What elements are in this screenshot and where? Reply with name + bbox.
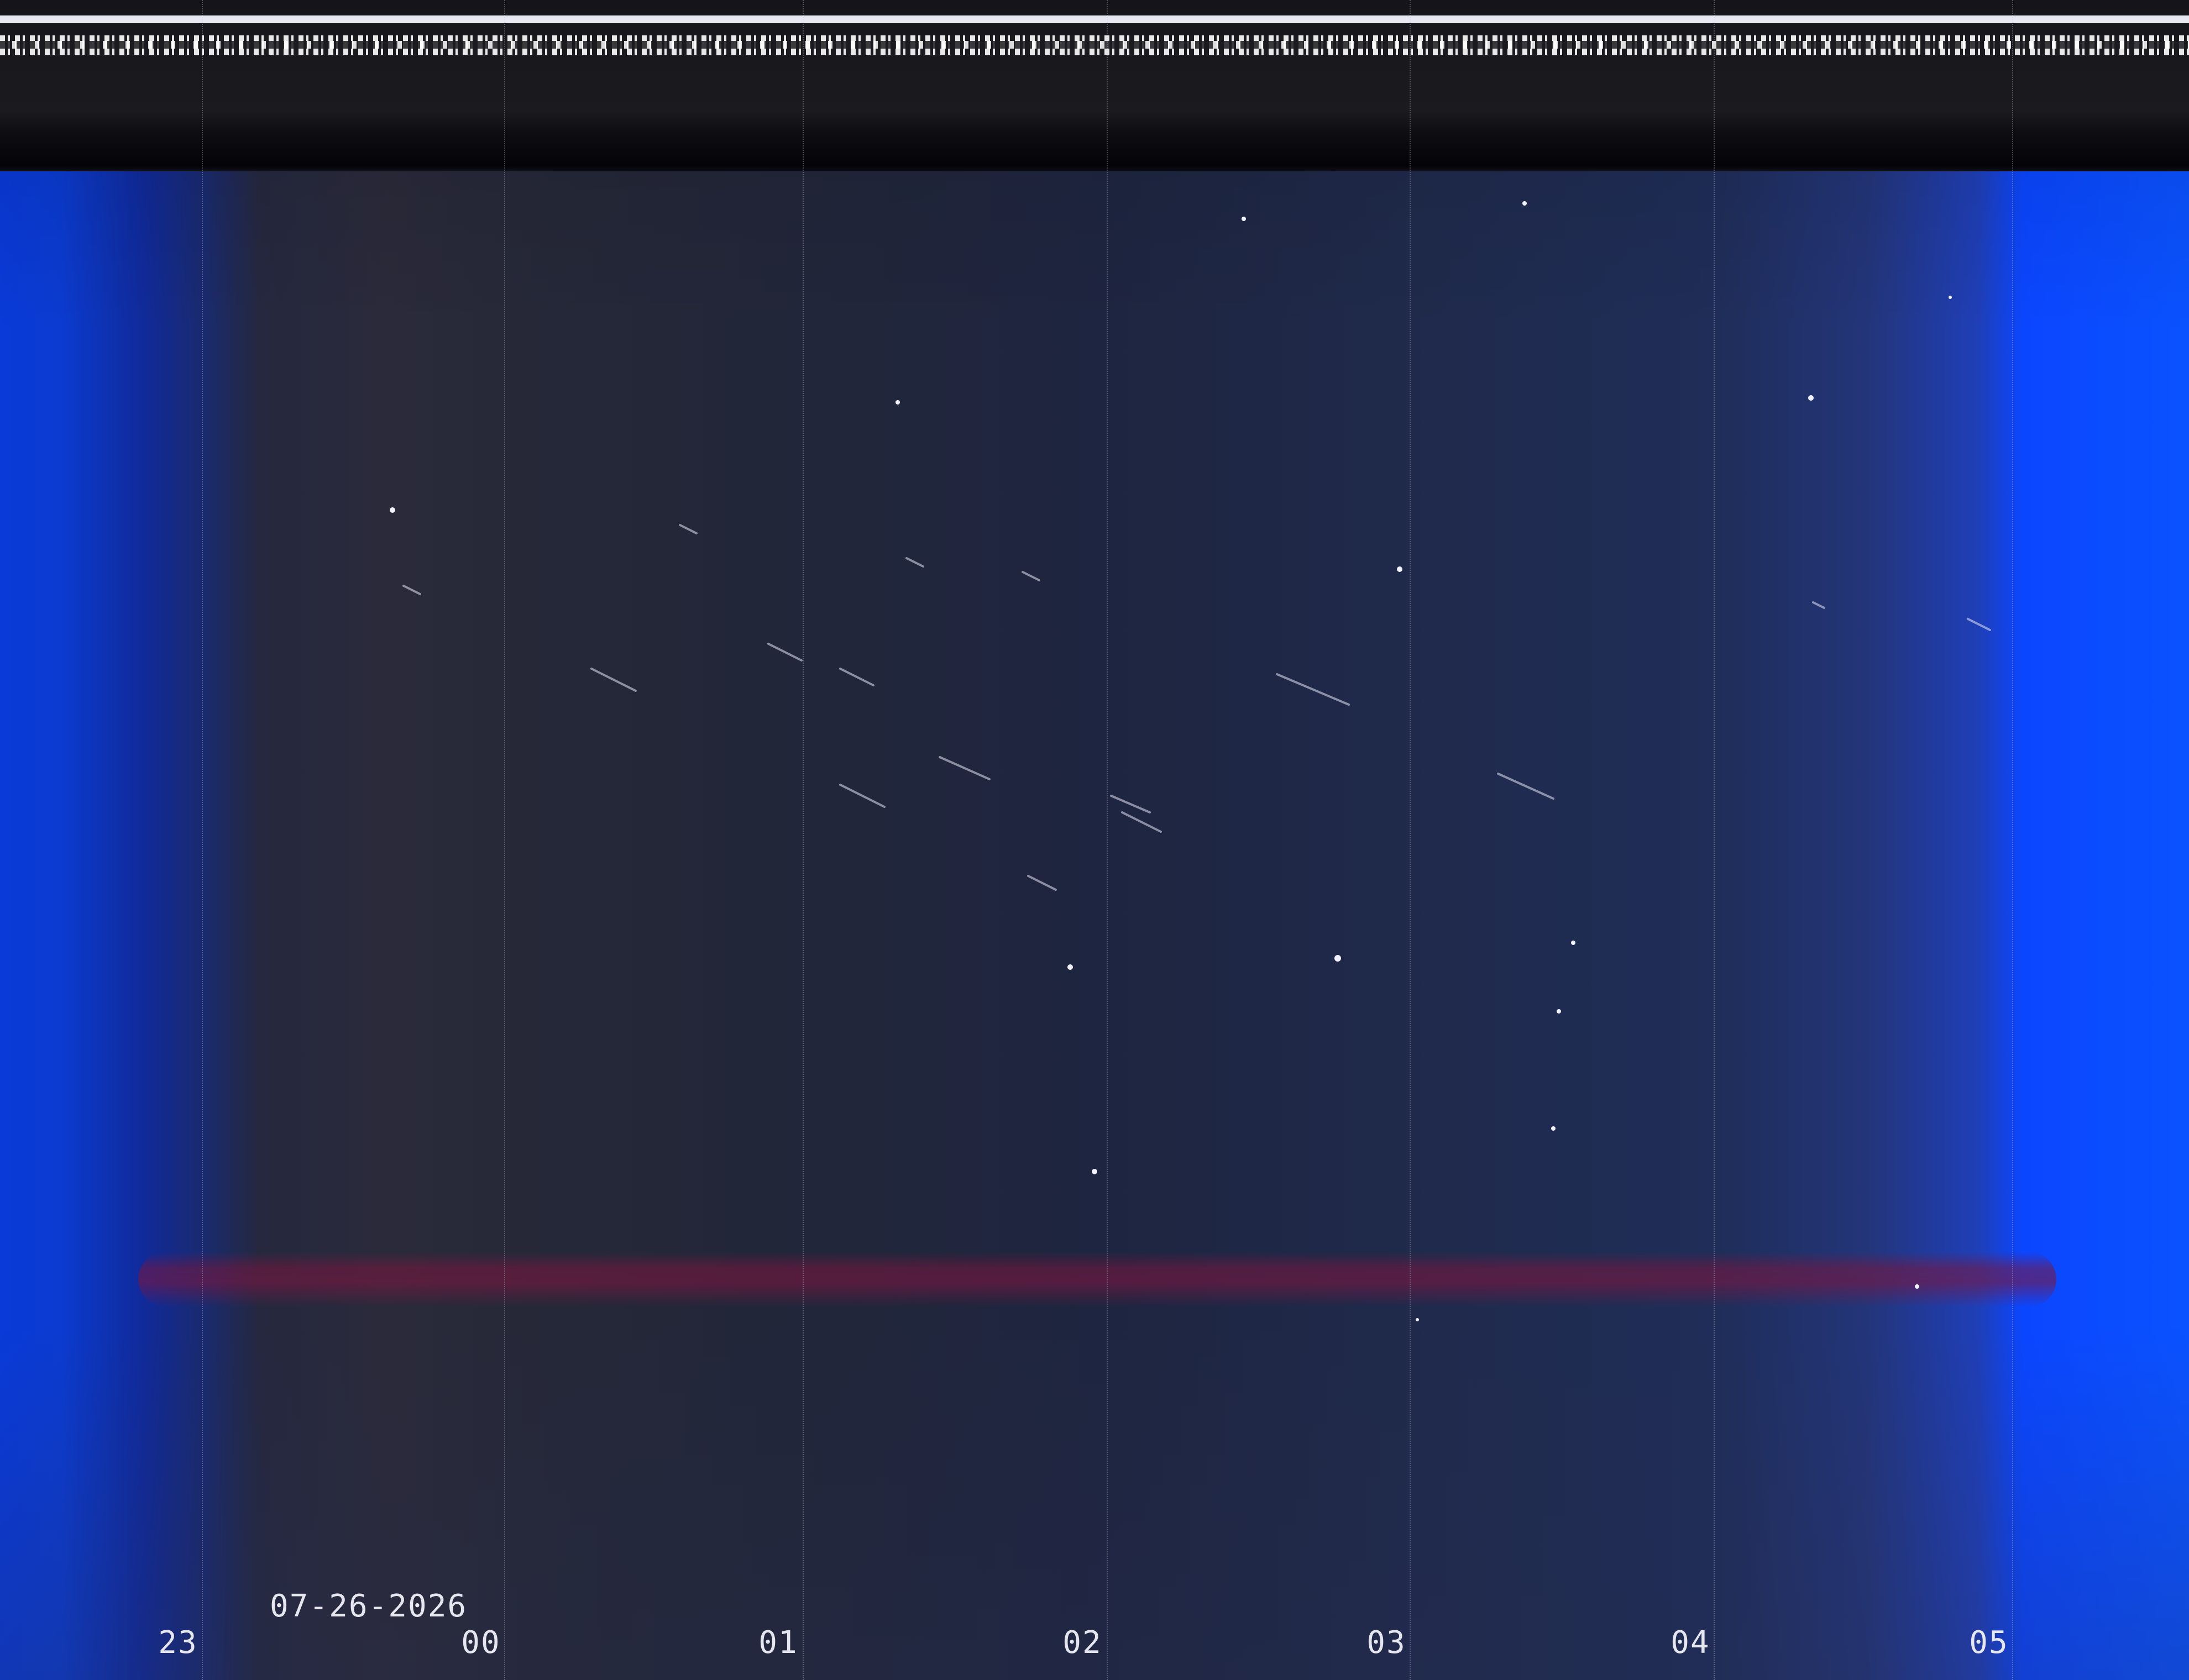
hour-gridline: [1410, 0, 1411, 1680]
hour-label-04: 04: [1670, 1625, 1710, 1661]
hour-label-00: 00: [461, 1625, 501, 1661]
hour-label-02: 02: [1062, 1625, 1102, 1661]
hour-gridline: [1107, 0, 1108, 1680]
hour-label-23: 23: [158, 1625, 198, 1661]
hour-gridline: [202, 0, 203, 1680]
hour-gridline: [1714, 0, 1715, 1680]
keogram-image: 07-26-2026 23 00 01 02 03 04 05: [0, 0, 2189, 1680]
hour-label-01: 01: [758, 1625, 798, 1661]
time-axis: 07-26-2026 23 00 01 02 03 04 05: [0, 0, 2189, 1680]
hour-label-05: 05: [1969, 1625, 2009, 1661]
hour-gridline: [803, 0, 804, 1680]
hour-label-03: 03: [1366, 1625, 1406, 1661]
hour-gridline: [504, 0, 505, 1680]
hour-gridline: [2012, 0, 2013, 1680]
date-label: 07-26-2026: [270, 1588, 468, 1624]
